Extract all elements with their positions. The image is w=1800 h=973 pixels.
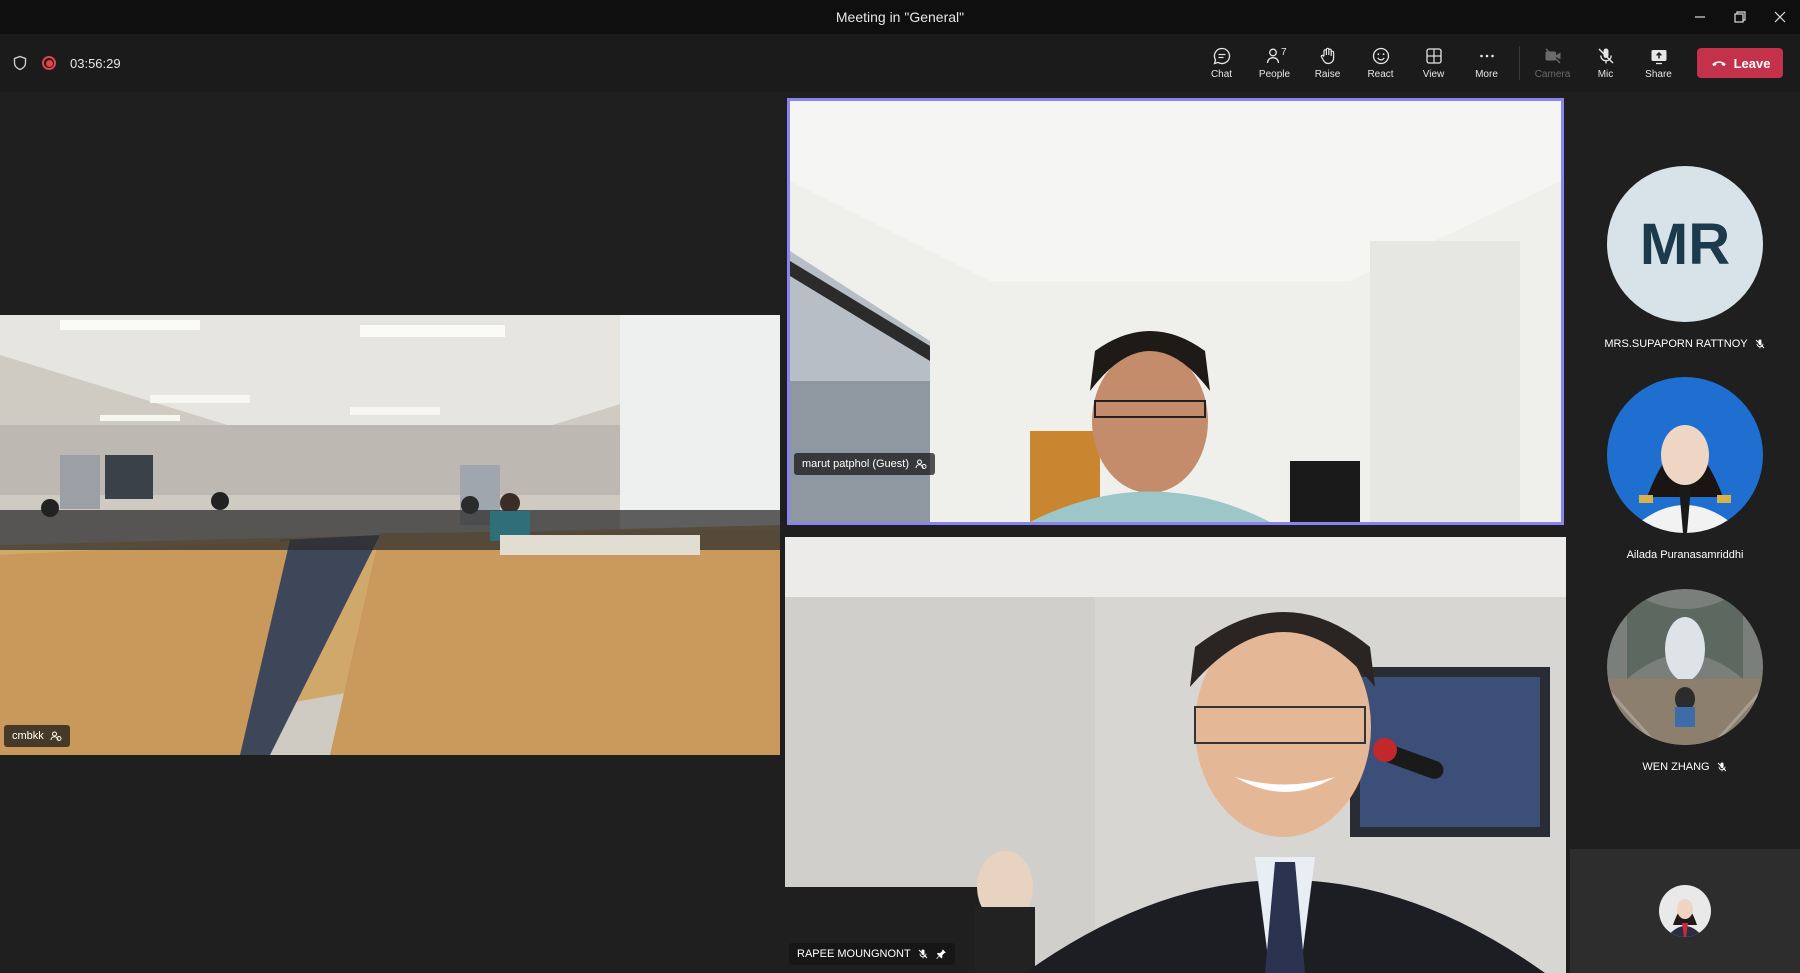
- room-name: cmbkk: [12, 730, 44, 742]
- guest-badge-icon: [915, 459, 927, 469]
- video-tile-rapee[interactable]: RAPEE MOUNGNONT: [785, 537, 1566, 973]
- room-name-tag: cmbkk: [4, 725, 70, 747]
- rapee-video-frame: [785, 537, 1566, 973]
- close-icon: [1774, 11, 1786, 23]
- close-button[interactable]: [1760, 0, 1800, 34]
- participant-card[interactable]: MR MRS.SUPAPORN RATTNOY: [1570, 166, 1800, 350]
- view-label: View: [1422, 69, 1445, 80]
- camera-off-icon: [1545, 48, 1560, 64]
- participant-name: MRS.SUPAPORN RATTNOY: [1604, 338, 1748, 350]
- restore-button[interactable]: [1720, 0, 1760, 34]
- title-bar: Meeting in "General": [0, 0, 1800, 34]
- restore-icon: [1734, 11, 1746, 23]
- leave-label: Leave: [1733, 55, 1771, 71]
- react-label: React: [1367, 69, 1394, 80]
- more-button[interactable]: More: [1460, 34, 1513, 92]
- people-count: 7: [1281, 47, 1287, 58]
- avatar: [1607, 589, 1763, 745]
- video-tile-room[interactable]: cmbkk: [0, 315, 780, 755]
- marut-name-tag: marut patphol (Guest): [794, 453, 935, 475]
- window-controls: [1680, 0, 1800, 34]
- minimize-button[interactable]: [1680, 0, 1720, 34]
- more-label: More: [1475, 69, 1498, 80]
- meeting-status: 03:56:29: [12, 34, 121, 92]
- meeting-toolbar: 03:56:29 Chat 7 People Raise React View …: [0, 34, 1800, 92]
- camera-label: Camera: [1534, 69, 1571, 80]
- pin-icon[interactable]: [935, 948, 947, 960]
- camera-button[interactable]: Camera: [1526, 34, 1579, 92]
- participant-card[interactable]: Ailada Puranasamriddhi: [1570, 377, 1800, 561]
- minimize-icon: [1695, 16, 1705, 18]
- avatar-initials: MR: [1639, 211, 1731, 277]
- more-icon: [1479, 54, 1494, 58]
- avatar-photo: [1607, 377, 1763, 533]
- mic-off-icon: [918, 949, 928, 959]
- self-view[interactable]: [1570, 849, 1800, 973]
- rapee-name: RAPEE MOUNGNONT: [797, 948, 911, 960]
- toolbar-divider: [1519, 46, 1520, 80]
- react-button[interactable]: React: [1354, 34, 1407, 92]
- toolbar-actions: Chat 7 People Raise React View More Came…: [1195, 34, 1783, 92]
- shield-icon[interactable]: [12, 55, 28, 71]
- raise-label: Raise: [1314, 69, 1341, 80]
- avatar-photo: [1607, 589, 1763, 745]
- participant-name: Ailada Puranasamriddhi: [1626, 549, 1744, 561]
- participant-name-row: WEN ZHANG: [1642, 761, 1727, 773]
- phone-hangup-icon: [1711, 61, 1726, 67]
- share-icon: [1651, 50, 1666, 65]
- self-avatar-photo: [1659, 885, 1711, 937]
- raise-hand-button[interactable]: Raise: [1301, 34, 1354, 92]
- participant-card[interactable]: WEN ZHANG: [1570, 589, 1800, 773]
- window-title: Meeting in "General": [835, 9, 965, 25]
- mic-off-icon: [1755, 339, 1764, 349]
- chat-icon: [1213, 47, 1230, 65]
- avatar: [1607, 377, 1763, 533]
- share-label: Share: [1645, 69, 1672, 80]
- guest-badge-icon: [50, 731, 62, 741]
- view-grid-icon: [1425, 48, 1442, 64]
- mic-off-icon: [1598, 48, 1613, 64]
- mic-button[interactable]: Mic: [1579, 34, 1632, 92]
- raise-hand-icon: [1320, 47, 1334, 65]
- leave-button[interactable]: Leave: [1697, 48, 1783, 78]
- chat-label: Chat: [1210, 69, 1233, 80]
- chat-button[interactable]: Chat: [1195, 34, 1248, 92]
- participant-name: WEN ZHANG: [1642, 761, 1710, 773]
- view-button[interactable]: View: [1407, 34, 1460, 92]
- share-button[interactable]: Share: [1632, 34, 1685, 92]
- participant-name-row: MRS.SUPAPORN RATTNOY: [1604, 338, 1765, 350]
- meeting-stage: cmbkk marut patphol (Guest) RAPEE MOUNGN…: [0, 92, 1800, 973]
- meeting-timer: 03:56:29: [70, 55, 121, 71]
- avatar: MR: [1607, 166, 1763, 322]
- room-video-frame: [0, 315, 780, 755]
- rapee-name-tag: RAPEE MOUNGNONT: [789, 943, 955, 965]
- mic-off-icon: [1717, 762, 1726, 772]
- participant-strip: MR MRS.SUPAPORN RATTNOY Ailada Puranasam…: [1570, 92, 1800, 973]
- participant-name-row: Ailada Puranasamriddhi: [1627, 549, 1744, 561]
- marut-name: marut patphol (Guest): [802, 458, 909, 470]
- video-tile-marut[interactable]: marut patphol (Guest): [787, 98, 1564, 525]
- recording-icon: [42, 56, 56, 70]
- people-label: People: [1258, 69, 1291, 80]
- people-button[interactable]: 7 People: [1248, 34, 1301, 92]
- mic-label: Mic: [1597, 69, 1614, 80]
- smiley-icon: [1372, 47, 1389, 65]
- avatar: [1659, 885, 1711, 937]
